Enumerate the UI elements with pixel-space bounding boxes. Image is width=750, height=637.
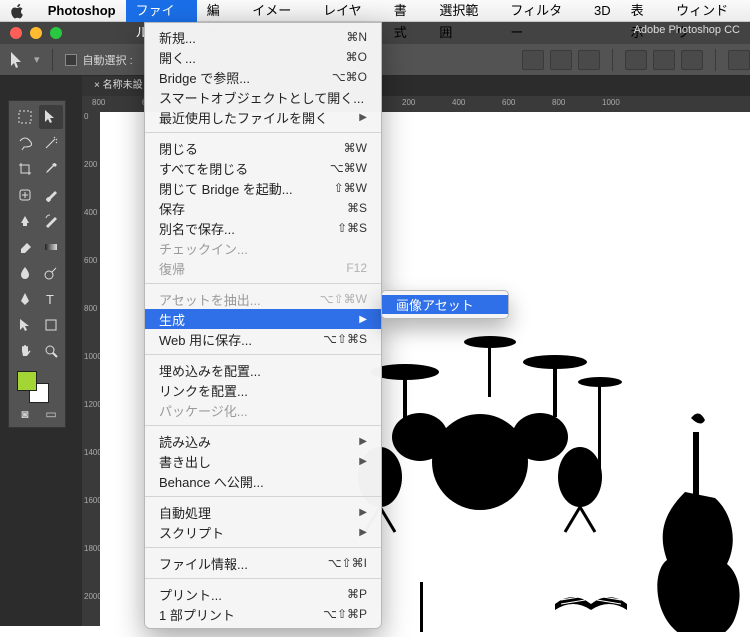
menu-item[interactable]: Web 用に保存...⌥⇧⌘S bbox=[145, 329, 381, 349]
menu-edit[interactable]: 編集 bbox=[197, 0, 243, 22]
type-tool[interactable]: T bbox=[39, 287, 63, 311]
menu-item[interactable]: Behance へ公開... bbox=[145, 471, 381, 491]
path-select-tool[interactable] bbox=[13, 313, 37, 337]
menu-item[interactable]: 開く...⌘O bbox=[145, 47, 381, 67]
align-button-5[interactable] bbox=[653, 50, 675, 70]
apple-logo-icon bbox=[10, 3, 26, 19]
clone-stamp-tool[interactable] bbox=[13, 209, 37, 233]
menu-image[interactable]: イメージ bbox=[242, 0, 313, 22]
menu-item[interactable]: 閉じる⌘W bbox=[145, 138, 381, 158]
menu-item[interactable]: 1 部プリント⌥⇧⌘P bbox=[145, 604, 381, 624]
menu-item[interactable]: スマートオブジェクトとして開く... bbox=[145, 87, 381, 107]
menu-item: 復帰F12 bbox=[145, 258, 381, 278]
quick-mask-toggle[interactable]: ◙ bbox=[13, 405, 37, 423]
menu-item[interactable]: 生成▶ bbox=[145, 309, 381, 329]
marquee-tool[interactable] bbox=[13, 105, 37, 129]
hand-tool[interactable] bbox=[13, 339, 37, 363]
crop-tool[interactable] bbox=[13, 157, 37, 181]
menu-item[interactable]: 新規...⌘N bbox=[145, 27, 381, 47]
magic-wand-tool[interactable] bbox=[39, 131, 63, 155]
healing-brush-tool[interactable] bbox=[13, 183, 37, 207]
move-tool-indicator-icon bbox=[8, 50, 28, 70]
macos-menubar: Photoshop ファイル 編集 イメージ レイヤー 書式 選択範囲 フィルタ… bbox=[0, 0, 750, 22]
menu-item: チェックイン... bbox=[145, 238, 381, 258]
align-button-4[interactable] bbox=[625, 50, 647, 70]
menu-item[interactable]: スクリプト▶ bbox=[145, 522, 381, 542]
brush-tool[interactable] bbox=[39, 183, 63, 207]
file-menu-dropdown: 新規...⌘N開く...⌘OBridge で参照...⌥⌘Oスマートオブジェクト… bbox=[144, 22, 382, 629]
menu-item: アセットを抽出...⌥⇧⌘W bbox=[145, 289, 381, 309]
window-minimize-button[interactable] bbox=[30, 27, 42, 39]
gradient-tool[interactable] bbox=[39, 235, 63, 259]
menu-select[interactable]: 選択範囲 bbox=[429, 0, 500, 22]
eraser-tool[interactable] bbox=[13, 235, 37, 259]
pen-tool[interactable] bbox=[13, 287, 37, 311]
menu-item: パッケージ化... bbox=[145, 400, 381, 420]
toolbox: T ◙ ▭ bbox=[8, 100, 66, 428]
menu-item[interactable]: Bridge で参照...⌥⌘O bbox=[145, 67, 381, 87]
svg-text:T: T bbox=[46, 292, 54, 307]
color-swatches[interactable] bbox=[13, 369, 63, 403]
menu-item[interactable]: 自動処理▶ bbox=[145, 502, 381, 522]
menu-item[interactable]: 別名で保存...⇧⌘S bbox=[145, 218, 381, 238]
menu-file[interactable]: ファイル bbox=[126, 0, 197, 22]
menu-view[interactable]: 表示 bbox=[621, 0, 667, 22]
shape-tool[interactable] bbox=[39, 313, 63, 337]
screen-mode-toggle[interactable]: ▭ bbox=[39, 405, 63, 423]
menu-item[interactable]: すべてを閉じる⌥⌘W bbox=[145, 158, 381, 178]
submenu-image-assets[interactable]: 画像アセット bbox=[382, 295, 508, 314]
menu-3d[interactable]: 3D bbox=[584, 0, 621, 22]
menu-type[interactable]: 書式 bbox=[384, 0, 430, 22]
dodge-tool[interactable] bbox=[39, 261, 63, 285]
blur-tool[interactable] bbox=[13, 261, 37, 285]
window-zoom-button[interactable] bbox=[50, 27, 62, 39]
align-button-6[interactable] bbox=[681, 50, 703, 70]
lasso-tool[interactable] bbox=[13, 131, 37, 155]
menu-item[interactable]: ファイル情報...⌥⇧⌘I bbox=[145, 553, 381, 573]
menu-filter[interactable]: フィルター bbox=[500, 0, 584, 22]
zoom-tool[interactable] bbox=[39, 339, 63, 363]
menu-item[interactable]: 保存⌘S bbox=[145, 198, 381, 218]
auto-select-checkbox[interactable] bbox=[65, 54, 77, 66]
align-button-3[interactable] bbox=[578, 50, 600, 70]
menu-item[interactable]: 閉じて Bridge を起動...⇧⌘W bbox=[145, 178, 381, 198]
distribute-button[interactable] bbox=[728, 50, 750, 70]
menu-item[interactable]: 埋め込みを配置... bbox=[145, 360, 381, 380]
eyedropper-tool[interactable] bbox=[39, 157, 63, 181]
history-brush-tool[interactable] bbox=[39, 209, 63, 233]
menu-window[interactable]: ウィンドウ bbox=[666, 0, 750, 22]
menu-item[interactable]: 読み込み▶ bbox=[145, 431, 381, 451]
app-title: Adobe Photoshop CC bbox=[634, 24, 740, 36]
menu-item[interactable]: リンクを配置... bbox=[145, 380, 381, 400]
menu-item[interactable]: 最近使用したファイルを開く▶ bbox=[145, 107, 381, 127]
generate-submenu: 画像アセット bbox=[381, 290, 509, 319]
foreground-color[interactable] bbox=[17, 371, 37, 391]
move-tool[interactable] bbox=[39, 105, 63, 129]
window-close-button[interactable] bbox=[10, 27, 22, 39]
menu-app-name[interactable]: Photoshop bbox=[38, 0, 126, 22]
align-button-2[interactable] bbox=[550, 50, 572, 70]
auto-select-label: 自動選択 : bbox=[83, 52, 133, 68]
menu-item[interactable]: 書き出し▶ bbox=[145, 451, 381, 471]
vertical-ruler: 0 200 400 600 800 1000 1200 1400 1600 18… bbox=[82, 112, 100, 626]
menu-item[interactable]: プリント...⌘P bbox=[145, 584, 381, 604]
align-button-1[interactable] bbox=[522, 50, 544, 70]
menu-layer[interactable]: レイヤー bbox=[313, 0, 384, 22]
